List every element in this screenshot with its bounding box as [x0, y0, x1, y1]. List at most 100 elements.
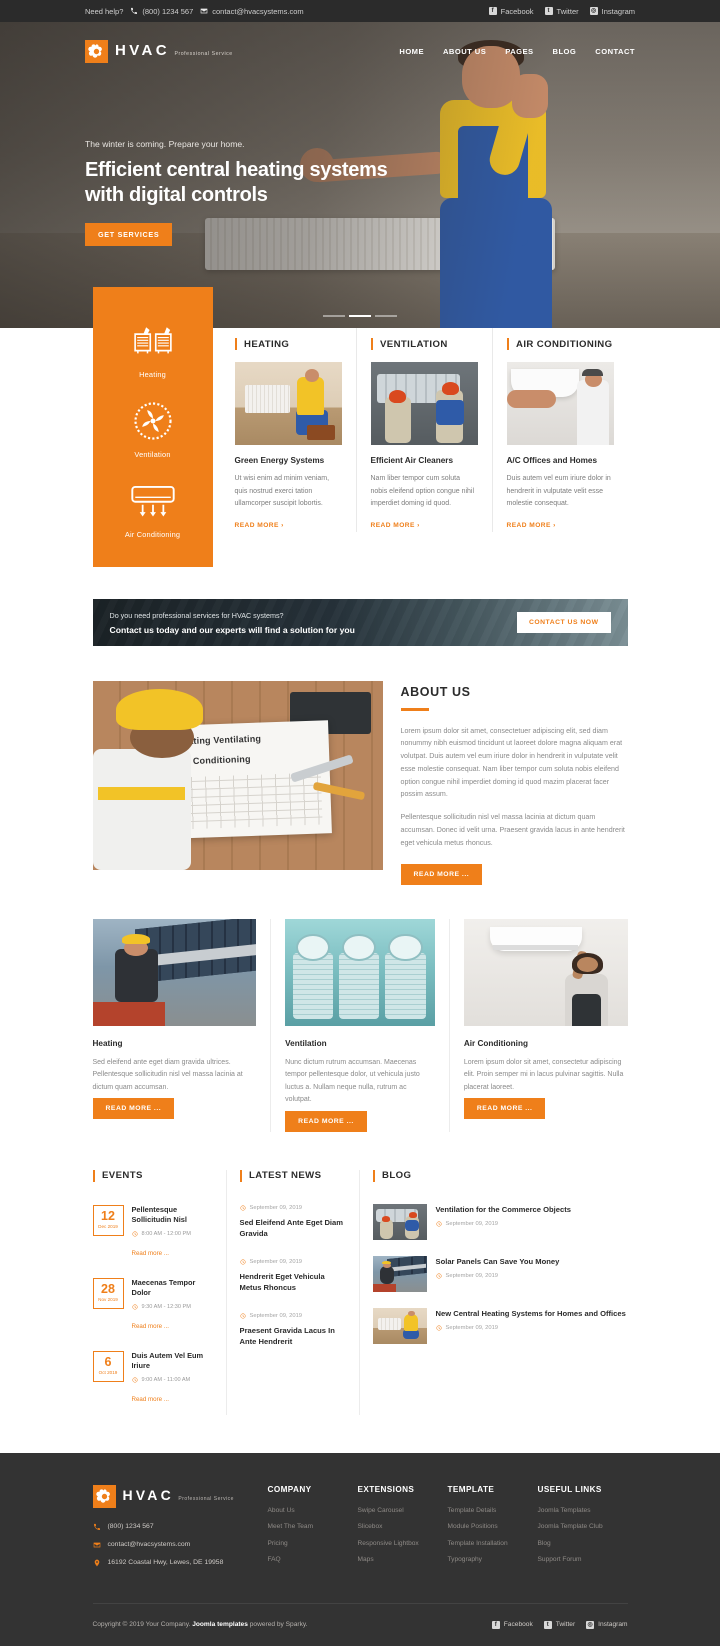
feature-read-more-button[interactable]: READ MORE ...: [285, 1110, 367, 1132]
blog-item-image: [372, 1255, 427, 1292]
event-read-more[interactable]: Read more ...: [132, 1323, 170, 1330]
copyright-link[interactable]: Joomla templates: [192, 1621, 248, 1628]
phone-icon: [93, 1523, 100, 1530]
cta-line-2: Contact us today and our experts will fi…: [109, 624, 355, 635]
footer-link-slicebox[interactable]: Slicebox: [358, 1523, 448, 1530]
footer-link-swipe-carousel[interactable]: Swipe Carousel: [358, 1507, 448, 1514]
clock-icon: [132, 1377, 137, 1383]
topbar-social-facebook[interactable]: f Facebook: [488, 7, 534, 16]
feature-read-more-button[interactable]: READ MORE ...: [463, 1098, 546, 1120]
contact-us-now-button[interactable]: CONTACT US NOW: [516, 612, 611, 633]
service-card-heating: HEATING Green Energy Systems Ut wisi eni…: [221, 328, 356, 532]
footer-phone-text: (800) 1234 567: [107, 1523, 154, 1531]
envelope-icon: [200, 8, 208, 14]
instagram-icon: ◎: [586, 1620, 595, 1629]
footer-link-template-installation[interactable]: Template Installation: [448, 1540, 538, 1547]
footer-link-typography[interactable]: Typography: [448, 1556, 538, 1563]
accent-bar: [239, 1169, 242, 1182]
footer-link-joomla-templates[interactable]: Joomla Templates: [538, 1507, 628, 1514]
service-card-read-more[interactable]: READ MORE ›: [235, 522, 284, 529]
air-conditioner-icon: [101, 478, 205, 524]
service-card-image: [234, 362, 342, 445]
blog-item[interactable]: New Central Heating Systems for Homes an…: [372, 1300, 628, 1352]
footer-link-joomla-template-club[interactable]: Joomla Template Club: [538, 1523, 628, 1530]
footer-link-responsive-lightbox[interactable]: Responsive Lightbox: [358, 1540, 448, 1547]
clock-icon: [436, 1325, 441, 1331]
feature-card-heating: Heating Sed eleifend ante eget diam grav…: [92, 918, 271, 1132]
blog-item[interactable]: Ventilation for the Commerce Objects Sep…: [372, 1196, 628, 1248]
service-panel-label-heating: Heating: [139, 370, 166, 379]
event-read-more[interactable]: Read more ...: [132, 1396, 170, 1403]
clock-icon: [240, 1313, 245, 1319]
service-panel-label-ventilation: Ventilation: [134, 450, 171, 459]
nav-item-contact[interactable]: CONTACT: [595, 47, 635, 56]
logo-mark-icon: [92, 1484, 116, 1508]
blog-item-date: September 09, 2019: [445, 1220, 499, 1227]
facebook-label: Facebook: [503, 1621, 533, 1629]
hero-dot-3[interactable]: [375, 315, 397, 317]
service-panel-label-air-conditioning: Air Conditioning: [124, 530, 181, 539]
top-bar: Need help? (800) 1234 567 contact@hvacsy…: [0, 0, 720, 22]
service-panel-item-air-conditioning[interactable]: Air Conditioning: [101, 469, 205, 549]
hero-dot-1[interactable]: [323, 315, 345, 317]
footer-link-template-details[interactable]: Template Details: [448, 1507, 538, 1514]
feature-card-air-conditioning: Air Conditioning Lorem ipsum dolor sit a…: [448, 918, 628, 1132]
accent-bar: [370, 338, 373, 350]
event-read-more[interactable]: Read more ...: [132, 1250, 170, 1257]
service-panel-item-heating[interactable]: Heating: [101, 309, 205, 389]
cta-banner: Do you need professional services for HV…: [92, 599, 628, 646]
footer-link-blog[interactable]: Blog: [538, 1540, 628, 1547]
accent-bar: [372, 1169, 375, 1182]
clock-icon: [436, 1221, 441, 1227]
footer-link-module-positions[interactable]: Module Positions: [448, 1523, 538, 1530]
events-title: EVENTS: [102, 1170, 143, 1182]
blog-item[interactable]: Solar Panels Can Save You Money Septembe…: [372, 1248, 628, 1300]
footer-social-facebook[interactable]: f Facebook: [491, 1620, 533, 1629]
news-item[interactable]: September 09, 2019 Hendrerit Eget Vehicu…: [240, 1250, 346, 1304]
news-item[interactable]: September 09, 2019 Praesent Gravida Lacu…: [240, 1304, 346, 1358]
footer-phone[interactable]: (800) 1234 567: [93, 1523, 268, 1531]
service-panel-item-ventilation[interactable]: Ventilation: [101, 389, 205, 469]
nav-item-home[interactable]: HOME: [399, 47, 424, 56]
event-item[interactable]: 28 Nov 2019 Maecenas Tempor Dolor 9:30 A…: [92, 1269, 213, 1342]
footer-link-about-us[interactable]: About Us: [268, 1507, 358, 1514]
footer-link-meet-the-team[interactable]: Meet The Team: [268, 1523, 358, 1530]
topbar-phone-text: (800) 1234 567: [142, 6, 194, 16]
footer-link-faq[interactable]: FAQ: [268, 1556, 358, 1563]
footer-logo-name: HVAC: [122, 1487, 174, 1504]
topbar-email[interactable]: contact@hvacsystems.com: [200, 7, 304, 16]
topbar-social-instagram[interactable]: ◎ Instagram: [589, 7, 635, 16]
footer-link-pricing[interactable]: Pricing: [268, 1540, 358, 1547]
event-item[interactable]: 6 Oct 2019 Duis Autem Vel Eum Iriure 9:0…: [92, 1342, 213, 1415]
topbar-phone[interactable]: (800) 1234 567: [130, 7, 193, 16]
footer-link-maps[interactable]: Maps: [358, 1556, 448, 1563]
footer-email[interactable]: contact@hvacsystems.com: [93, 1541, 268, 1549]
event-item[interactable]: 12 Dec 2019 Pellentesque Sollicitudin Ni…: [92, 1196, 213, 1269]
clock-icon: [240, 1259, 245, 1265]
site-header: HVAC Professional Service HOME ABOUT US …: [0, 22, 720, 80]
nav-item-blog[interactable]: BLOG: [553, 47, 577, 56]
get-services-button[interactable]: GET SERVICES: [85, 223, 173, 246]
footer-link-support-forum[interactable]: Support Forum: [538, 1556, 628, 1563]
service-card-read-more[interactable]: READ MORE ›: [507, 522, 556, 529]
news-item[interactable]: September 09, 2019 Sed Eleifend Ante Ege…: [240, 1196, 346, 1250]
help-label: Need help?: [85, 7, 123, 16]
feature-read-more-button[interactable]: READ MORE ...: [92, 1098, 175, 1120]
nav-item-about-us[interactable]: ABOUT US: [443, 47, 486, 56]
feature-card-title: Heating: [92, 1038, 123, 1048]
footer-social-twitter[interactable]: t Twitter: [543, 1620, 575, 1629]
event-day: 6: [104, 1355, 112, 1370]
nav-item-pages[interactable]: PAGES: [505, 47, 533, 56]
service-card-image: [370, 362, 478, 445]
hero-slider-dots[interactable]: [0, 315, 720, 317]
footer-logo-tagline: Professional Service: [178, 1496, 234, 1503]
site-logo[interactable]: HVAC Professional Service: [85, 39, 233, 63]
service-card-read-more[interactable]: READ MORE ›: [371, 522, 420, 529]
footer-logo[interactable]: HVAC Professional Service: [92, 1484, 268, 1508]
topbar-social-twitter[interactable]: t Twitter: [544, 7, 579, 16]
footer-social-instagram[interactable]: ◎ Instagram: [586, 1620, 628, 1629]
about-read-more-button[interactable]: READ MORE ...: [400, 863, 483, 885]
service-cards: HEATING Green Energy Systems Ut wisi eni…: [213, 328, 628, 532]
clock-icon: [132, 1304, 137, 1310]
hero-dot-2[interactable]: [349, 315, 371, 317]
